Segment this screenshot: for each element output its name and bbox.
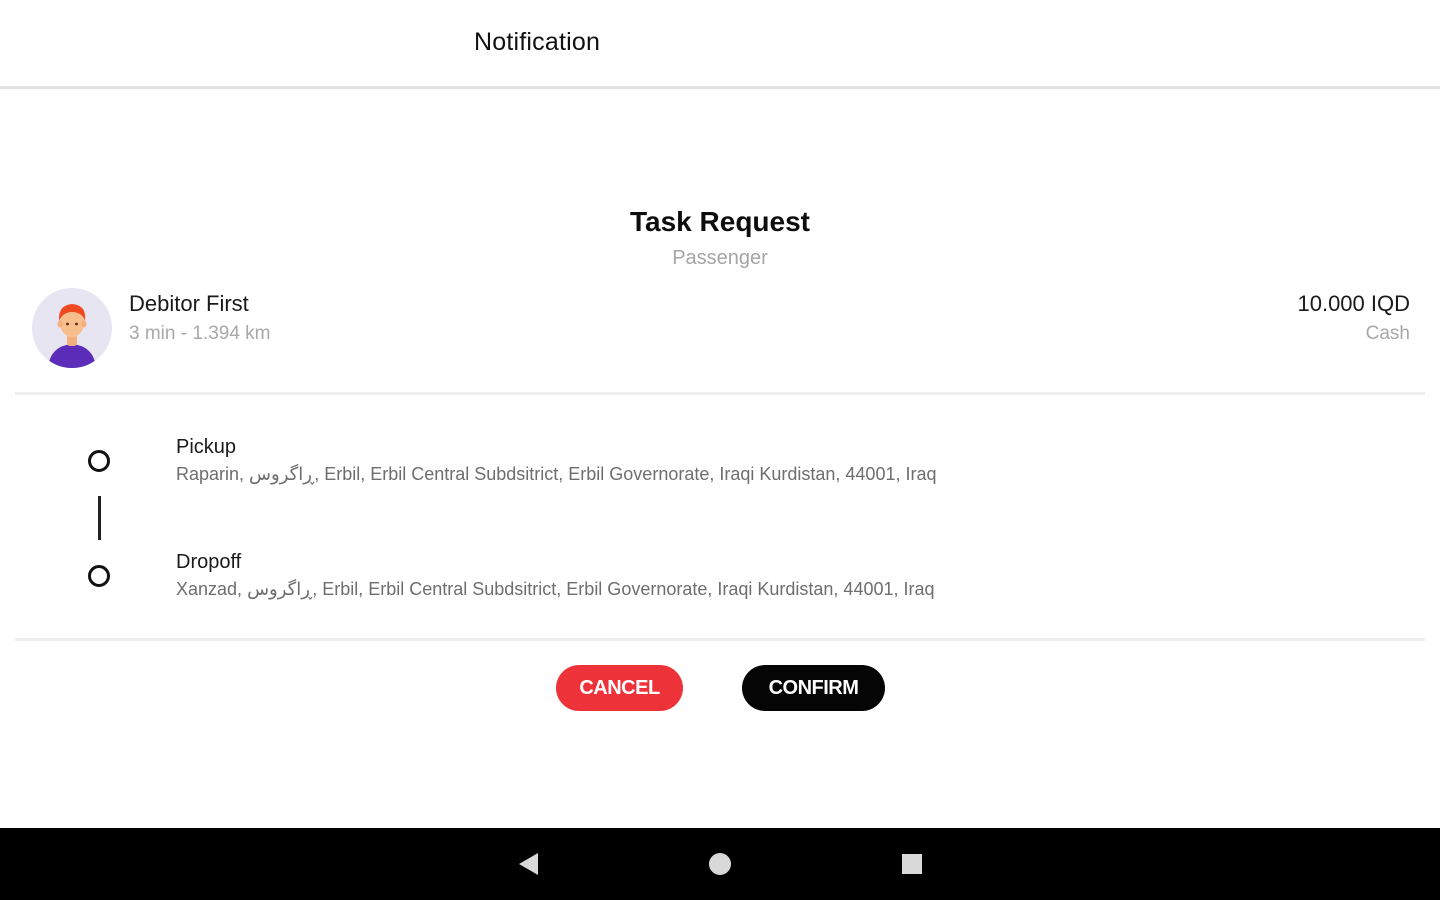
system-navigation-bar (0, 828, 1440, 900)
pickup-marker-icon (88, 450, 110, 472)
dropoff-address: Xanzad, ڕاگروس, Erbil, Erbil Central Sub… (176, 579, 935, 599)
passenger-name: Debitor First (129, 291, 249, 316)
back-triangle-icon[interactable] (519, 853, 538, 875)
passenger-eta-distance: 3 min - 1.394 km (129, 323, 271, 344)
divider (15, 638, 1425, 641)
task-type-subtitle: Passenger (672, 247, 768, 269)
fare-amount: 10.000 IQD (1297, 291, 1410, 316)
task-request-screen: Notification Task Request Passenger Debi… (0, 0, 1440, 900)
route-connector-line (98, 496, 101, 540)
pickup-label: Pickup (176, 436, 237, 458)
divider (15, 392, 1425, 395)
recents-square-icon[interactable] (902, 854, 922, 874)
confirm-button[interactable]: CONFIRM (742, 665, 885, 711)
page-title: Notification (474, 28, 601, 56)
pickup-address: Raparin, ڕاگروس, Erbil, Erbil Central Su… (176, 464, 937, 484)
dropoff-marker-icon (88, 565, 110, 587)
top-app-bar: Notification (0, 0, 1440, 89)
task-request-title: Task Request (630, 206, 810, 237)
home-circle-icon[interactable] (709, 853, 731, 875)
payment-method: Cash (1365, 323, 1410, 344)
user-avatar-icon (32, 288, 112, 368)
cancel-button[interactable]: CANCEL (556, 665, 683, 711)
avatar-illustration (32, 288, 112, 368)
dropoff-label: Dropoff (176, 551, 242, 573)
